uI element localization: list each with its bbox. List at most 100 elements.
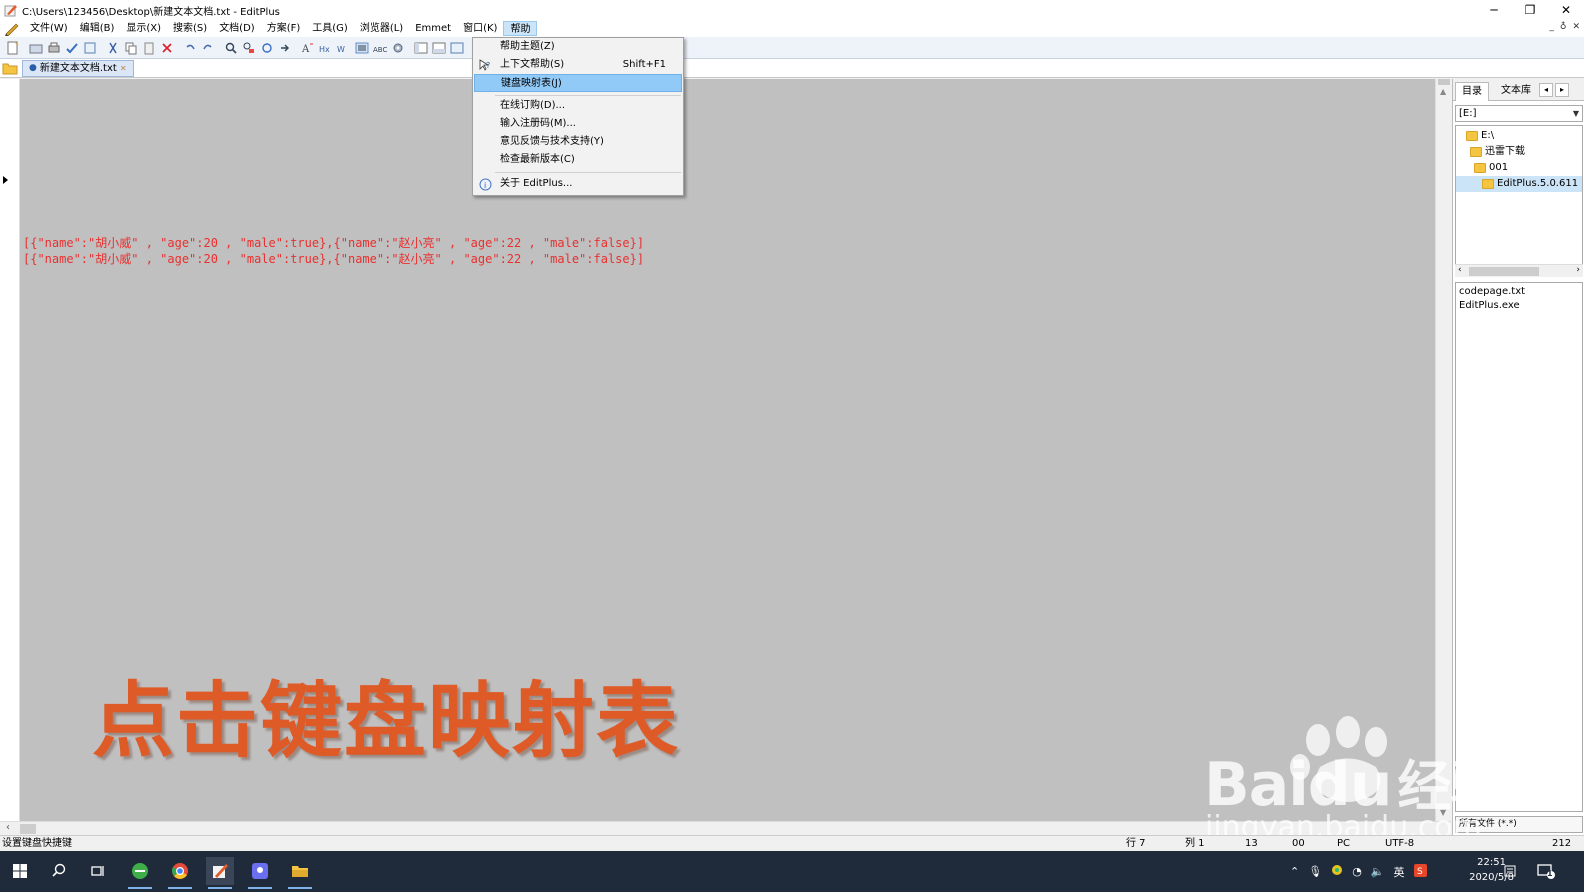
search-icon[interactable] [45,857,73,885]
tray-expand-icon[interactable]: ⌃ [1290,865,1299,878]
notification-list-icon[interactable] [1496,857,1524,885]
undo-icon[interactable] [181,39,198,56]
toggle-output-icon[interactable] [430,39,447,56]
panel-prev-icon[interactable]: ◂ [1539,83,1553,97]
people-app-icon[interactable] [246,857,274,889]
find-icon[interactable] [222,39,239,56]
menu-emmet[interactable]: Emmet [409,21,457,36]
find-in-files-icon[interactable] [258,39,275,56]
scroll-left-icon[interactable]: ‹ [6,822,10,833]
editor-vertical-scrollbar[interactable]: ▲ ▼ [1435,79,1451,821]
windows-start-icon[interactable] [6,857,34,885]
open-file-icon[interactable] [27,39,44,56]
delete-icon[interactable] [158,39,175,56]
new-file-icon[interactable] [4,39,21,56]
toggle-directory-icon[interactable] [412,39,429,56]
folder-icon[interactable] [2,61,18,75]
menu-view[interactable]: 显示(X) [120,21,167,36]
status-size: 212 [1552,838,1572,849]
task-view-icon[interactable] [84,857,112,885]
vertical-scroll-thumb[interactable] [1438,79,1450,85]
mdi-restore-button[interactable]: ♁ [1560,22,1567,32]
tree-item-e-drive[interactable]: E:\ [1466,128,1494,144]
menu-item-keyboard-map[interactable]: 键盘映射表(J) [474,74,682,92]
tab-cliptext[interactable]: 文本库 [1495,82,1537,101]
volume-icon[interactable]: 🔈 [1371,865,1385,878]
paste-icon[interactable] [140,39,157,56]
tree-item-label: 001 [1489,162,1509,173]
menu-item-buy-online[interactable]: 在线订购(D)... [474,97,682,115]
scroll-left-icon[interactable]: ‹ [1458,265,1462,275]
menu-window[interactable]: 窗口(K) [457,21,503,36]
svg-text:ABC: ABC [373,46,387,54]
browser-icon[interactable] [448,39,465,56]
ime-indicator[interactable]: 英 [1394,864,1405,880]
menu-item-feedback-support[interactable]: 意见反馈与技术支持(Y) [474,133,682,151]
spellcheck-icon[interactable] [63,39,80,56]
folder-tree[interactable]: E:\ 迅雷下载 001 EditPlus.5.0.611 [1455,125,1583,277]
tree-item-xunlei-download[interactable]: 迅雷下载 [1470,144,1525,160]
menu-browser[interactable]: 浏览器(L) [354,21,409,36]
menu-item-about[interactable]: i 关于 EditPlus... [474,175,682,193]
tutorial-caption: 点击键盘映射表 [92,674,681,769]
line-number-icon[interactable] [353,39,370,56]
tray-app-icon[interactable] [1331,864,1343,879]
redo-icon[interactable] [199,39,216,56]
microphone-icon[interactable]: 🎙 [1308,865,1322,878]
menu-item-help-topics[interactable]: 帮助主题(Z) [474,38,682,56]
windows-taskbar: ⌃ 🎙 ◔ 🔈 英 S 22:51 2020/5/8 1 [0,851,1584,892]
replace-icon[interactable] [240,39,257,56]
tab-close-icon[interactable]: ✕ [120,61,127,76]
menu-item-context-help[interactable]: ? 上下文帮助(S) Shift+F1 [474,56,682,74]
horizontal-scroll-thumb[interactable] [20,824,36,834]
menu-document[interactable]: 文档(D) [213,21,261,36]
tree-item-editplus-folder[interactable]: EditPlus.5.0.611 [1456,176,1582,192]
tree-item-001[interactable]: 001 [1474,160,1508,176]
menu-item-check-updates[interactable]: 检查最新版本(C) [474,151,682,169]
preview-icon[interactable] [81,39,98,56]
cut-icon[interactable] [104,39,121,56]
chrome-icon[interactable] [166,857,194,889]
menu-help[interactable]: 帮助 [503,21,538,36]
svg-text:W: W [337,45,345,54]
file-explorer-icon[interactable] [286,857,314,889]
editplus-taskbar-icon[interactable] [206,857,234,889]
tab-label: 新建文本文档.txt [39,63,117,74]
word-wrap-icon[interactable]: W [335,39,352,56]
svg-text:?: ? [486,61,490,70]
minimize-button[interactable]: ─ [1476,0,1512,20]
drive-select[interactable]: [E:] ▼ [1455,105,1583,122]
print-icon[interactable] [45,39,62,56]
sogou-ime-icon[interactable]: S [1413,863,1427,880]
tab-directory[interactable]: 目录 [1455,82,1489,101]
file-item-editplus-exe[interactable]: EditPlus.exe [1459,299,1520,313]
watermark-jingyan: 经验 [1397,755,1504,818]
tree-scroll-thumb[interactable] [1469,267,1539,276]
menu-file[interactable]: 文件(W) [24,21,74,36]
html-toolbar-icon[interactable]: Hx [317,39,334,56]
scroll-up-icon[interactable]: ▲ [1440,87,1446,96]
ruler-icon[interactable]: ABC [371,39,388,56]
file-item-codepage[interactable]: codepage.txt [1459,285,1525,299]
action-center-icon[interactable] [1532,857,1560,885]
menu-edit[interactable]: 编辑(B) [74,21,121,36]
menu-item-enter-registration[interactable]: 输入注册码(M)... [474,115,682,133]
browser-360-icon[interactable] [126,857,154,889]
copy-icon[interactable] [122,39,139,56]
toolbar-separator [407,39,411,56]
mdi-close-button[interactable]: ✕ [1572,22,1580,32]
scroll-right-icon[interactable]: › [1576,265,1580,275]
font-icon[interactable]: A [299,39,316,56]
panel-next-icon[interactable]: ▸ [1555,83,1569,97]
menu-tools[interactable]: 工具(G) [306,21,354,36]
menu-project[interactable]: 方案(F) [261,21,307,36]
goto-line-icon[interactable] [276,39,293,56]
close-button[interactable]: ✕ [1548,0,1584,20]
restore-button[interactable]: ❐ [1512,0,1548,20]
mdi-minimize-button[interactable]: _ [1549,22,1554,32]
menu-search[interactable]: 搜索(S) [167,21,213,36]
tab-new-text-document[interactable]: ● 新建文本文档.txt ✕ [22,60,134,77]
settings-gear-icon[interactable] [389,39,406,56]
wifi-icon[interactable]: ◔ [1352,865,1362,878]
folder-tree-scrollbar[interactable]: ‹ › [1455,264,1583,277]
